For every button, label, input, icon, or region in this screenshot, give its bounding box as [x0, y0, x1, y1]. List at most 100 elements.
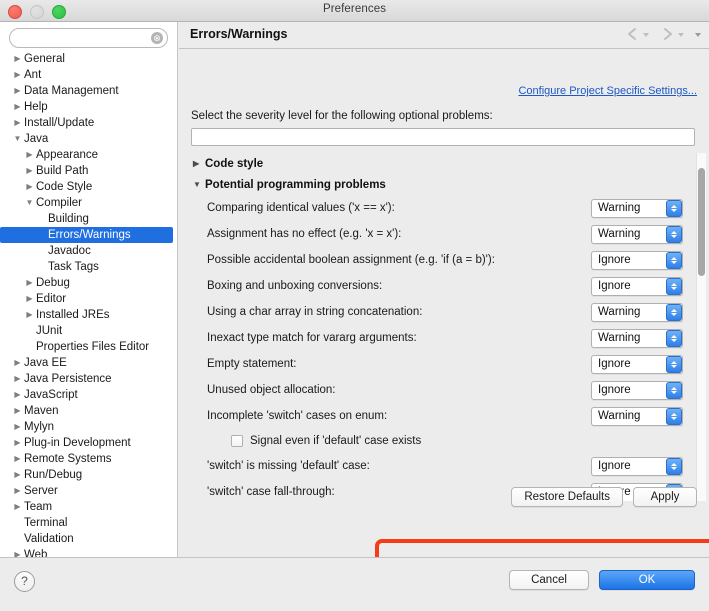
twisty-right-icon[interactable]: ▶: [191, 159, 205, 168]
options-scrollbar[interactable]: [696, 153, 706, 501]
severity-dropdown[interactable]: Ignore: [591, 354, 683, 374]
severity-dropdown[interactable]: Ignore: [591, 380, 683, 400]
signal-default-case-checkbox[interactable]: [231, 435, 243, 447]
sidebar-item-java-ee[interactable]: ▶ Java EE: [0, 355, 177, 371]
sidebar-item-mylyn[interactable]: ▶ Mylyn: [0, 419, 177, 435]
sidebar-item-ant[interactable]: ▶ Ant: [0, 67, 177, 83]
sidebar-item-terminal[interactable]: Terminal: [0, 515, 177, 531]
sidebar-item-run-debug[interactable]: ▶ Run/Debug: [0, 467, 177, 483]
configure-project-settings-link[interactable]: Configure Project Specific Settings...: [518, 85, 697, 97]
dropdown-stepper-icon[interactable]: [666, 355, 682, 373]
dropdown-stepper-icon[interactable]: [666, 329, 682, 347]
severity-dropdown[interactable]: Warning: [591, 224, 683, 244]
dropdown-stepper-icon[interactable]: [666, 251, 682, 269]
twisty-right-icon[interactable]: ▶: [24, 147, 35, 163]
twisty-right-icon[interactable]: ▶: [12, 51, 23, 67]
cancel-button[interactable]: Cancel: [509, 570, 589, 590]
twisty-right-icon[interactable]: ▶: [24, 291, 35, 307]
sidebar-item-plug-in-development[interactable]: ▶ Plug-in Development: [0, 435, 177, 451]
forward-arrow-icon[interactable]: [660, 27, 675, 41]
sidebar-item-javadoc[interactable]: Javadoc: [0, 243, 177, 259]
sidebar-item-install-update[interactable]: ▶ Install/Update: [0, 115, 177, 131]
twisty-right-icon[interactable]: ▶: [12, 483, 23, 499]
apply-button[interactable]: Apply: [633, 487, 697, 507]
sidebar-item-java[interactable]: ▼ Java: [0, 131, 177, 147]
clear-search-icon[interactable]: ⊗: [151, 32, 163, 44]
dropdown-stepper-icon[interactable]: [666, 407, 682, 425]
twisty-right-icon[interactable]: ▶: [12, 371, 23, 387]
panel-menu-icon[interactable]: [695, 32, 701, 37]
sidebar-item-maven[interactable]: ▶ Maven: [0, 403, 177, 419]
sidebar-item-installed-jres[interactable]: ▶ Installed JREs: [0, 307, 177, 323]
twisty-down-icon[interactable]: ▼: [24, 195, 35, 211]
twisty-right-icon[interactable]: ▶: [12, 387, 23, 403]
twisty-right-icon[interactable]: ▶: [24, 179, 35, 195]
twisty-right-icon[interactable]: ▶: [12, 435, 23, 451]
ok-button[interactable]: OK: [599, 570, 695, 590]
sidebar-item-code-style[interactable]: ▶ Code Style: [0, 179, 177, 195]
filter-input[interactable]: [191, 128, 695, 146]
severity-dropdown[interactable]: Ignore: [591, 276, 683, 296]
dropdown-stepper-icon[interactable]: [666, 277, 682, 295]
back-arrow-icon[interactable]: [625, 27, 640, 41]
back-dropdown-icon[interactable]: [643, 32, 649, 37]
sidebar-item-server[interactable]: ▶ Server: [0, 483, 177, 499]
section-header-potential-programming-problems[interactable]: ▼ Potential programming problems: [191, 174, 695, 195]
sidebar-item-build-path[interactable]: ▶ Build Path: [0, 163, 177, 179]
search-input[interactable]: [9, 28, 168, 48]
twisty-right-icon[interactable]: ▶: [12, 115, 23, 131]
twisty-right-icon[interactable]: ▶: [24, 275, 35, 291]
preferences-window: Preferences ⊗ ▶ General ▶ Ant ▶ Data Manageme…: [0, 0, 709, 611]
sidebar-item-debug[interactable]: ▶ Debug: [0, 275, 177, 291]
severity-dropdown[interactable]: Warning: [591, 302, 683, 322]
sidebar-item-compiler[interactable]: ▼ Compiler: [0, 195, 177, 211]
dropdown-stepper-icon[interactable]: [666, 199, 682, 217]
twisty-right-icon[interactable]: ▶: [12, 403, 23, 419]
twisty-right-icon[interactable]: ▶: [12, 67, 23, 83]
sidebar-item-appearance[interactable]: ▶ Appearance: [0, 147, 177, 163]
twisty-right-icon[interactable]: ▶: [12, 355, 23, 371]
twisty-right-icon[interactable]: ▶: [12, 499, 23, 515]
dropdown-stepper-icon[interactable]: [666, 457, 682, 475]
twisty-down-icon[interactable]: ▼: [12, 131, 23, 147]
sidebar-item-remote-systems[interactable]: ▶ Remote Systems: [0, 451, 177, 467]
sidebar-item-java-persistence[interactable]: ▶ Java Persistence: [0, 371, 177, 387]
sidebar-item-web[interactable]: ▶ Web: [0, 547, 177, 557]
sidebar-item-javascript[interactable]: ▶ JavaScript: [0, 387, 177, 403]
twisty-right-icon[interactable]: ▶: [12, 547, 23, 557]
sidebar-item-junit[interactable]: JUnit: [0, 323, 177, 339]
dropdown-stepper-icon[interactable]: [666, 303, 682, 321]
restore-defaults-button[interactable]: Restore Defaults: [511, 487, 623, 507]
twisty-right-icon[interactable]: ▶: [12, 99, 23, 115]
dropdown-stepper-icon[interactable]: [666, 381, 682, 399]
severity-dropdown[interactable]: Ignore: [591, 456, 683, 476]
sidebar-item-data-management[interactable]: ▶ Data Management: [0, 83, 177, 99]
twisty-right-icon[interactable]: ▶: [12, 451, 23, 467]
sidebar-item-help[interactable]: ▶ Help: [0, 99, 177, 115]
sidebar-scrollbar[interactable]: [168, 22, 176, 557]
twisty-right-icon[interactable]: ▶: [24, 307, 35, 323]
dropdown-stepper-icon[interactable]: [666, 225, 682, 243]
twisty-right-icon[interactable]: ▶: [12, 83, 23, 99]
sidebar-item-editor[interactable]: ▶ Editor: [0, 291, 177, 307]
help-icon[interactable]: ?: [14, 571, 35, 592]
section-header-code-style[interactable]: ▶ Code style: [191, 153, 695, 174]
severity-dropdown[interactable]: Ignore: [591, 250, 683, 270]
signal-default-case-row[interactable]: Signal even if 'default' case exists: [191, 429, 695, 453]
sidebar-item-task-tags[interactable]: Task Tags: [0, 259, 177, 275]
twisty-right-icon[interactable]: ▶: [12, 467, 23, 483]
sidebar-item-general[interactable]: ▶ General: [0, 51, 177, 67]
sidebar-item-errors-warnings[interactable]: Errors/Warnings: [0, 227, 173, 243]
twisty-right-icon[interactable]: ▶: [12, 419, 23, 435]
options-scrollbar-thumb[interactable]: [698, 168, 705, 276]
severity-dropdown[interactable]: Warning: [591, 328, 683, 348]
sidebar-item-validation[interactable]: Validation: [0, 531, 177, 547]
sidebar-item-properties-files-editor[interactable]: Properties Files Editor: [0, 339, 177, 355]
twisty-down-icon[interactable]: ▼: [191, 180, 205, 189]
forward-dropdown-icon[interactable]: [678, 32, 684, 37]
sidebar-item-building[interactable]: Building: [0, 211, 177, 227]
severity-dropdown[interactable]: Warning: [591, 198, 683, 218]
sidebar-item-team[interactable]: ▶ Team: [0, 499, 177, 515]
twisty-right-icon[interactable]: ▶: [24, 163, 35, 179]
severity-dropdown[interactable]: Warning: [591, 406, 683, 426]
